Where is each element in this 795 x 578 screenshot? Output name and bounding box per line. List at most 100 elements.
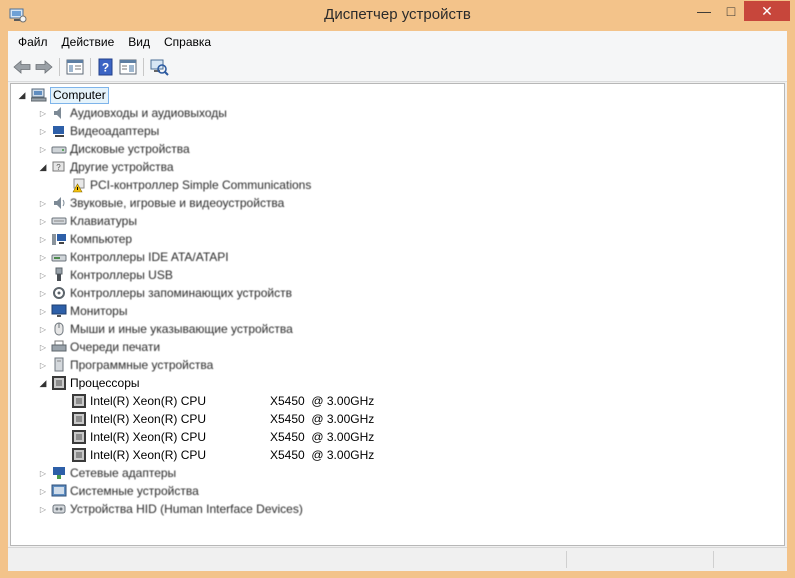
ide-icon: [51, 254, 67, 262]
show-hide-console-tree-button[interactable]: [64, 56, 86, 78]
console-tree-icon: [66, 59, 84, 75]
tree-item-network-adapters[interactable]: Сетевые адаптеры: [51, 464, 176, 482]
arrow-right-icon: [35, 60, 53, 74]
cpu-name: Intel(R) Xeon(R) CPU: [90, 448, 207, 462]
tree-root-computer[interactable]: Computer: [31, 86, 109, 104]
tree-item-label: Очереди печати: [70, 340, 161, 354]
expand-arrow[interactable]: ▷: [38, 212, 48, 230]
menu-action[interactable]: Действие: [55, 31, 122, 53]
tree-item-label: Контроллеры IDE ATA/ATAPI: [70, 250, 229, 264]
tree-item-computer[interactable]: Компьютер: [51, 230, 132, 248]
menu-view[interactable]: Вид: [121, 31, 157, 53]
scan-hardware-button[interactable]: [148, 56, 170, 78]
tree-item-software-devices[interactable]: Программные устройства: [51, 356, 213, 374]
tree-item-label: Устройства HID (Human Interface Devices): [70, 502, 303, 516]
display-adapter-icon: [53, 126, 64, 137]
toolbar: ?: [8, 53, 787, 82]
software-device-icon: [54, 357, 64, 372]
tree-item-ide-controllers[interactable]: Контроллеры IDE ATA/ATAPI: [51, 248, 229, 266]
close-button[interactable]: ✕: [744, 1, 790, 21]
tree-item-other-devices[interactable]: ? Другие устройства: [51, 158, 174, 176]
processor-icon: [72, 412, 86, 426]
tree-item-label: Программные устройства: [70, 358, 214, 372]
tree-child-cpu-2[interactable]: Intel(R) Xeon(R) CPU X5450 @ 3.00GHz: [71, 410, 375, 428]
tree-item-hid-devices[interactable]: Устройства HID (Human Interface Devices): [51, 500, 303, 518]
maximize-button[interactable]: □: [718, 1, 744, 21]
expand-arrow[interactable]: ▷: [38, 122, 48, 140]
tree-item-disk-drives[interactable]: Дисковые устройства: [51, 140, 190, 158]
minimize-button[interactable]: —: [690, 1, 718, 21]
expand-arrow[interactable]: ◢: [38, 374, 48, 392]
expand-arrow[interactable]: ▷: [38, 338, 48, 356]
tree-child-cpu-3[interactable]: Intel(R) Xeon(R) CPU X5450 @ 3.00GHz: [71, 428, 375, 446]
cpu-model: X5450 @ 3.00GHz: [270, 430, 375, 444]
properties-icon: [119, 59, 137, 75]
warning-device-icon: [72, 178, 85, 193]
tree-item-display-adapters[interactable]: Видеоадаптеры: [51, 122, 159, 140]
expand-arrow[interactable]: ◢: [17, 86, 27, 104]
toolbar-separator: [90, 58, 91, 76]
computer-root-icon: [31, 88, 47, 102]
tree-item-sound-devices[interactable]: Звуковые, игровые и видеоустройства: [51, 194, 284, 212]
tree-item-label: Процессоры: [70, 376, 140, 390]
device-tree[interactable]: ◢ Computer ▷ Аудиовходы и аудиовыходы ▷: [10, 83, 785, 546]
device-manager-window: Диспетчер устройств — □ ✕ Файл Действие …: [0, 0, 795, 578]
audio-icon: [54, 107, 61, 119]
tree-item-usb-controllers[interactable]: Контроллеры USB: [51, 266, 173, 284]
menu-file[interactable]: Файл: [11, 31, 55, 53]
processor-icon: [72, 448, 86, 462]
tree-child-cpu-1[interactable]: Intel(R) Xeon(R) CPU X5450 @ 3.00GHz: [71, 392, 375, 410]
tree-item-processors[interactable]: Процессоры: [51, 374, 140, 392]
status-bar-separator: [566, 551, 567, 568]
expand-arrow[interactable]: ▷: [38, 140, 48, 158]
scan-hardware-icon: [150, 59, 169, 76]
tree-item-label: Мыши и иные указывающие устройства: [70, 322, 293, 336]
help-button[interactable]: ?: [95, 56, 117, 78]
expand-arrow[interactable]: ▷: [38, 320, 48, 338]
printer-icon: [51, 340, 67, 352]
tree-item-label: Клавиатуры: [70, 214, 137, 228]
tree-item-mice[interactable]: Мыши и иные указывающие устройства: [51, 320, 293, 338]
expand-arrow[interactable]: ▷: [38, 464, 48, 482]
tree-item-monitors[interactable]: Мониторы: [51, 302, 127, 320]
cpu-name: Intel(R) Xeon(R) CPU: [90, 412, 207, 426]
client-area: Файл Действие Вид Справка ? ◢ Computer ▷…: [8, 31, 787, 571]
title-bar[interactable]: Диспетчер устройств — □ ✕: [0, 0, 795, 31]
menu-help[interactable]: Справка: [157, 31, 218, 53]
cpu-model: X5450 @ 3.00GHz: [270, 412, 375, 426]
tree-item-audio-io[interactable]: Аудиовходы и аудиовыходы: [51, 104, 227, 122]
expand-arrow[interactable]: ▷: [38, 284, 48, 302]
expand-arrow[interactable]: ▷: [38, 266, 48, 284]
status-bar-separator: [713, 551, 714, 568]
tree-item-label: Сетевые адаптеры: [70, 466, 177, 480]
processor-icon: [52, 376, 66, 390]
expand-arrow[interactable]: ▷: [38, 356, 48, 374]
tree-item-label: PCI-контроллер Simple Communications: [90, 178, 312, 192]
tree-item-storage-controllers[interactable]: Контроллеры запоминающих устройств: [51, 284, 292, 302]
cpu-model: X5450 @ 3.00GHz: [270, 394, 375, 408]
tree-item-print-queues[interactable]: Очереди печати: [51, 338, 160, 356]
toolbar-separator: [143, 58, 144, 76]
forward-button[interactable]: [33, 56, 55, 78]
properties-view-button[interactable]: [117, 56, 139, 78]
tree-child-pci-controller[interactable]: PCI-контроллер Simple Communications: [71, 176, 311, 194]
expand-arrow[interactable]: ▷: [38, 104, 48, 122]
monitor-icon: [51, 304, 67, 317]
tree-item-system-devices[interactable]: Системные устройства: [51, 482, 199, 500]
mouse-icon: [54, 322, 64, 336]
help-icon: ?: [98, 58, 113, 76]
expand-arrow[interactable]: ◢: [38, 158, 48, 176]
expand-arrow[interactable]: ▷: [38, 482, 48, 500]
expand-arrow[interactable]: ▷: [38, 230, 48, 248]
expand-arrow[interactable]: ▷: [38, 248, 48, 266]
network-icon: [53, 467, 65, 479]
tree-child-cpu-4[interactable]: Intel(R) Xeon(R) CPU X5450 @ 3.00GHz: [71, 446, 374, 464]
back-button[interactable]: [11, 56, 33, 78]
expand-arrow[interactable]: ▷: [38, 500, 48, 518]
tree-item-keyboards[interactable]: Клавиатуры: [51, 212, 137, 230]
hid-icon: [52, 504, 66, 514]
menu-bar: Файл Действие Вид Справка: [8, 31, 787, 53]
expand-arrow[interactable]: ▷: [38, 194, 48, 212]
toolbar-separator: [59, 58, 60, 76]
expand-arrow[interactable]: ▷: [38, 302, 48, 320]
